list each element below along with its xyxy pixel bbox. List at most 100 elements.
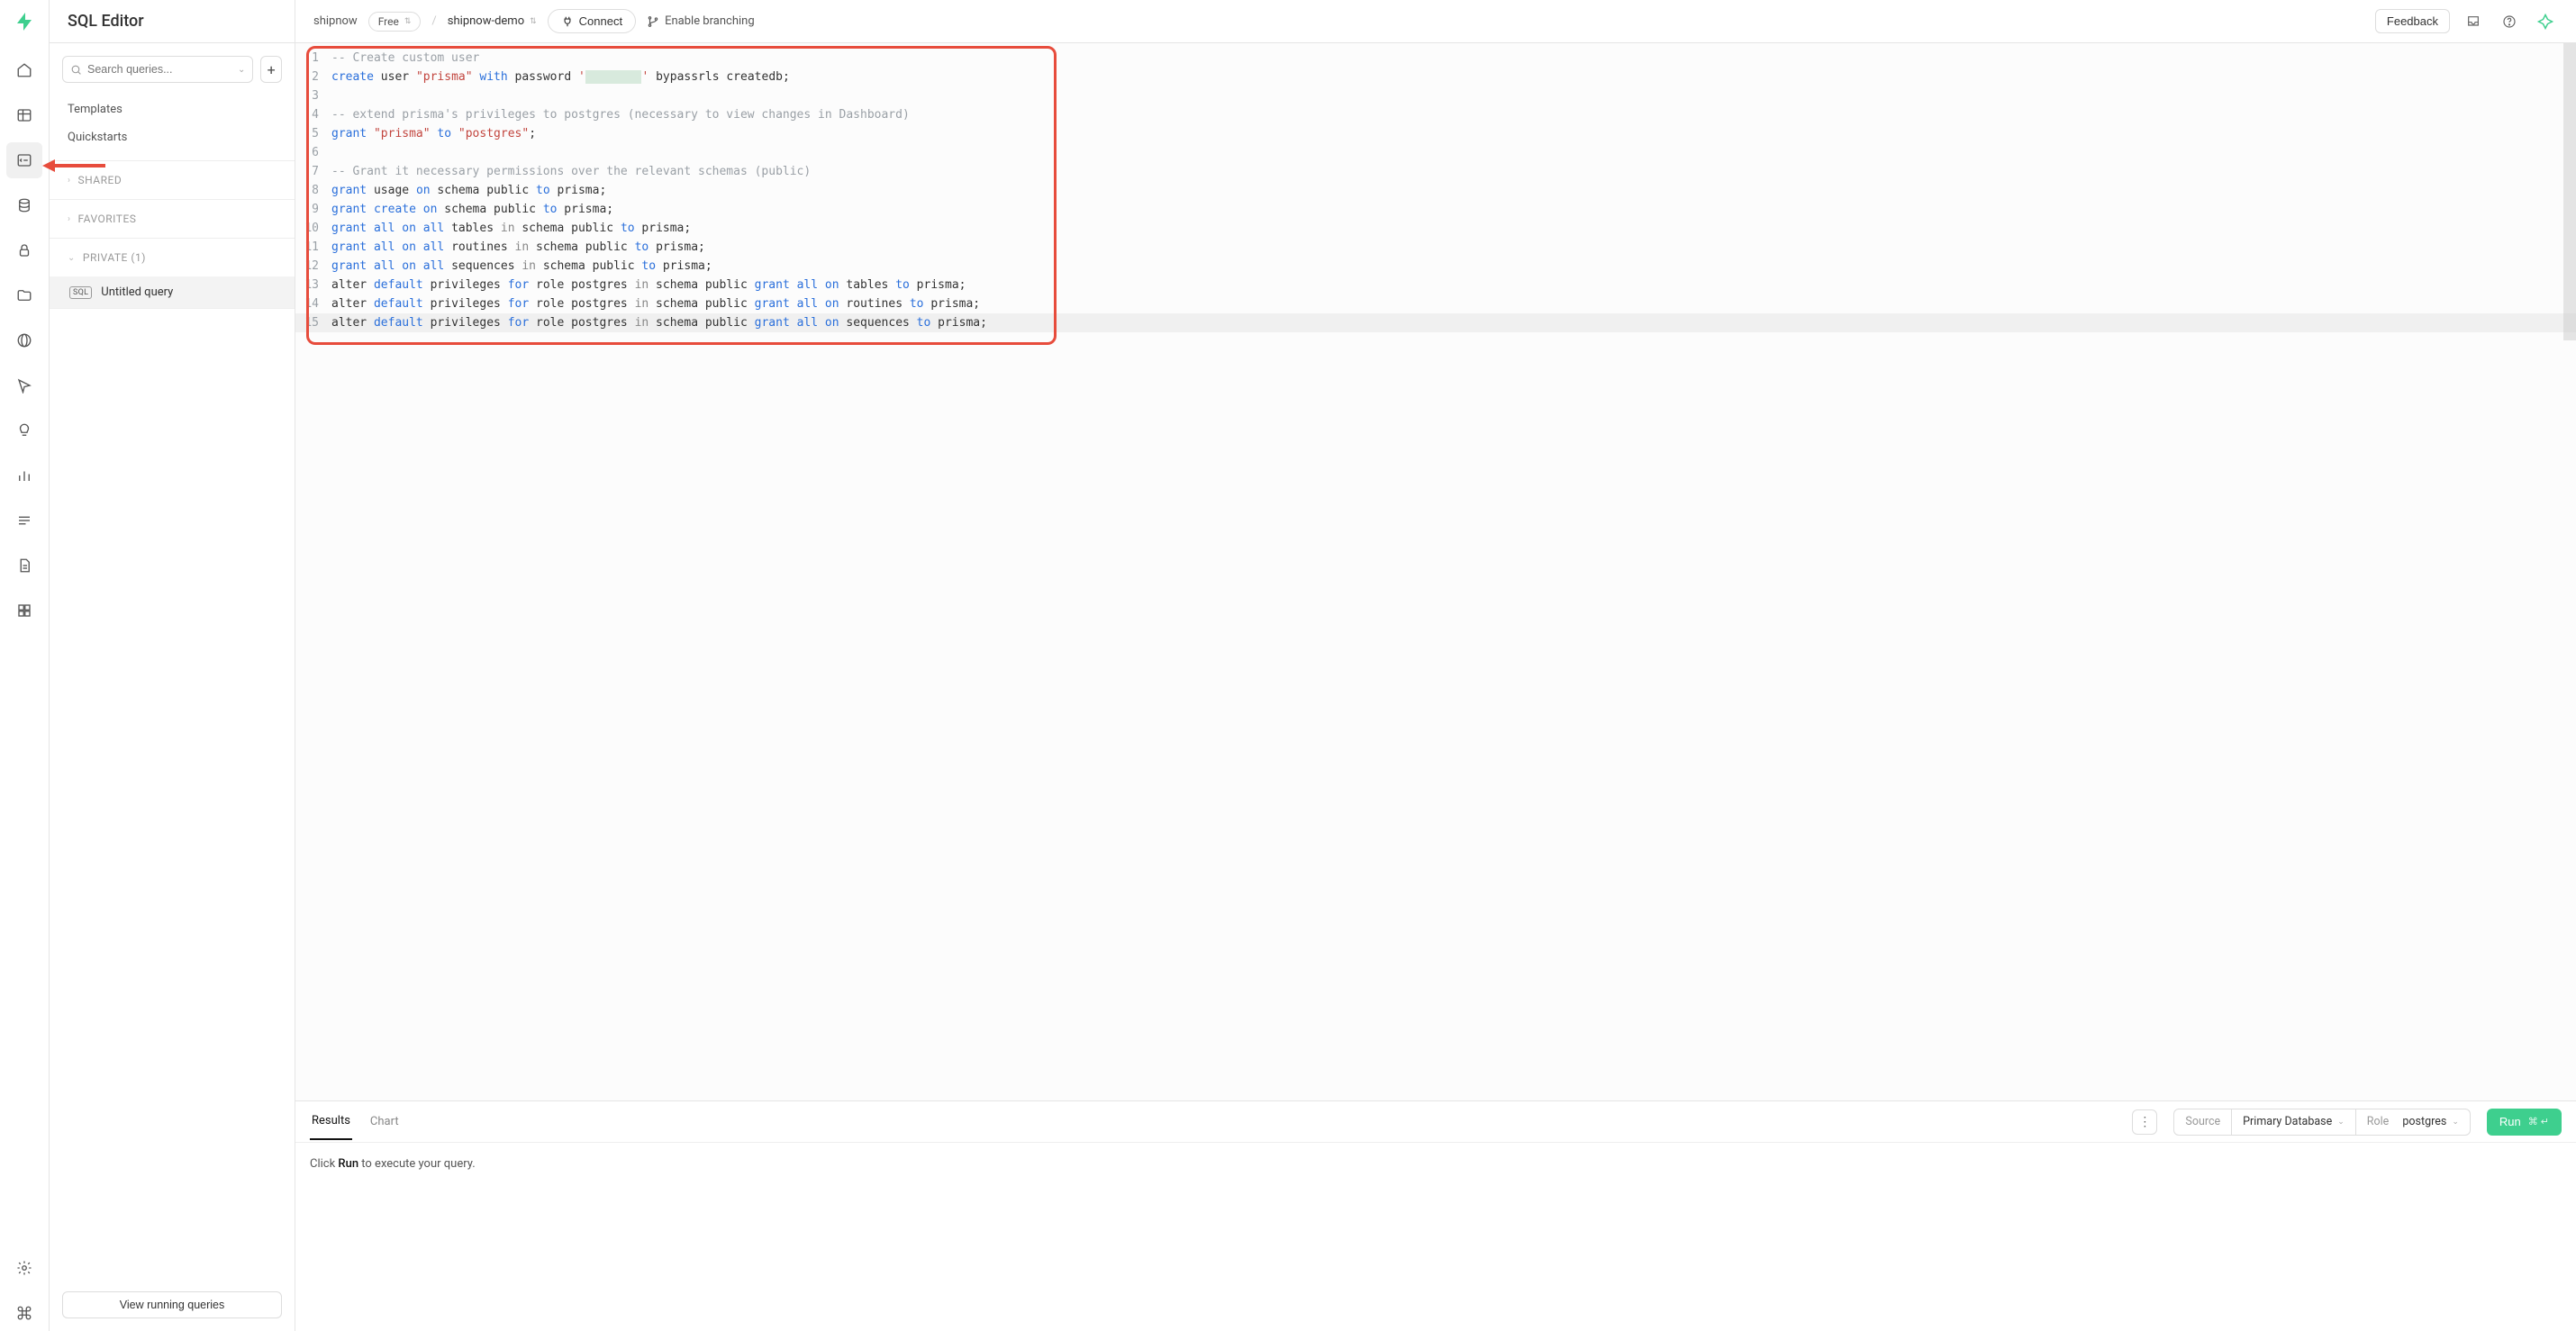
results-toolbar: Results Chart ⋮ Source Primary Database⌄…	[295, 1100, 2576, 1142]
editor-line[interactable]: 13alter default privileges for role post…	[295, 276, 2576, 294]
line-code[interactable]: -- Create custom user	[331, 49, 2576, 68]
logs-icon[interactable]	[6, 503, 42, 539]
project-selector[interactable]: shipnow-demo⇅	[448, 14, 537, 28]
line-code[interactable]: grant usage on schema public to prisma;	[331, 181, 2576, 200]
line-number: 8	[295, 181, 331, 200]
plan-badge[interactable]: Free⇅	[368, 12, 422, 32]
run-button[interactable]: Run ⌘ ↵	[2487, 1109, 2562, 1136]
line-number: 12	[295, 257, 331, 276]
reports-icon[interactable]	[6, 457, 42, 493]
line-number: 3	[295, 86, 331, 105]
new-query-button[interactable]: +	[260, 56, 282, 83]
feedback-button[interactable]: Feedback	[2375, 9, 2450, 33]
command-icon[interactable]	[6, 1295, 42, 1331]
editor-line[interactable]: 2create user "prisma" with password ' ' …	[295, 68, 2576, 86]
view-running-queries-button[interactable]: View running queries	[62, 1291, 282, 1318]
line-code[interactable]: -- extend prisma's privileges to postgre…	[331, 105, 2576, 124]
chevron-down-icon: ⌄	[2452, 1118, 2459, 1127]
ai-assistant-icon[interactable]	[2533, 9, 2558, 34]
editor-line[interactable]: 11grant all on all routines in schema pu…	[295, 238, 2576, 257]
sql-editor-icon[interactable]	[6, 142, 42, 178]
line-code[interactable]: alter default privileges for role postgr…	[331, 313, 2576, 332]
connect-button[interactable]: Connect	[548, 9, 636, 33]
chevron-right-icon: ›	[68, 176, 71, 186]
line-code[interactable]: alter default privileges for role postgr…	[331, 294, 2576, 313]
line-code[interactable]: grant create on schema public to prisma;	[331, 200, 2576, 219]
org-name[interactable]: shipnow	[313, 14, 358, 28]
source-selector[interactable]: Source Primary Database⌄ Role postgres⌄	[2173, 1109, 2470, 1136]
line-code[interactable]: alter default privileges for role postgr…	[331, 276, 2576, 294]
quickstarts-link[interactable]: Quickstarts	[50, 123, 295, 151]
run-shortcut: ⌘ ↵	[2528, 1116, 2549, 1127]
help-icon[interactable]	[2497, 9, 2522, 34]
integrations-icon[interactable]	[6, 593, 42, 629]
line-number: 4	[295, 105, 331, 124]
main-panel: shipnow Free⇅ / shipnow-demo⇅ Connect En…	[295, 0, 2576, 1331]
database-icon[interactable]	[6, 187, 42, 223]
chevron-down-icon: ⌄	[238, 65, 245, 75]
updown-icon: ⇅	[530, 17, 537, 26]
line-number: 7	[295, 162, 331, 181]
api-docs-icon[interactable]	[6, 548, 42, 584]
line-number: 15	[295, 313, 331, 332]
more-options-button[interactable]: ⋮	[2132, 1109, 2157, 1135]
line-code[interactable]: create user "prisma" with password ' ' b…	[331, 68, 2576, 86]
editor-line[interactable]: 7-- Grant it necessary permissions over …	[295, 162, 2576, 181]
sql-editor[interactable]: 1-- Create custom user2create user "pris…	[295, 43, 2576, 1100]
line-code[interactable]	[331, 86, 2576, 105]
templates-link[interactable]: Templates	[50, 95, 295, 123]
tab-chart[interactable]: Chart	[368, 1104, 401, 1139]
editor-line[interactable]: 1-- Create custom user	[295, 49, 2576, 68]
line-number: 9	[295, 200, 331, 219]
line-code[interactable]: grant all on all tables in schema public…	[331, 219, 2576, 238]
inbox-icon[interactable]	[2461, 9, 2486, 34]
results-panel: Click Run to execute your query.	[295, 1142, 2576, 1331]
editor-line[interactable]: 3	[295, 86, 2576, 105]
page-title: SQL Editor	[50, 0, 295, 43]
editor-line[interactable]: 15alter default privileges for role post…	[295, 313, 2576, 332]
shared-section[interactable]: ›SHARED	[50, 161, 295, 199]
editor-line[interactable]: 4-- extend prisma's privileges to postgr…	[295, 105, 2576, 124]
search-queries-input[interactable]: ⌄	[62, 56, 253, 83]
editor-line[interactable]: 8grant usage on schema public to prisma;	[295, 181, 2576, 200]
realtime-icon[interactable]	[6, 367, 42, 403]
line-code[interactable]	[331, 143, 2576, 162]
sidebar: SQL Editor ⌄ + Templates Quickstarts ›SH…	[50, 0, 295, 1331]
search-icon	[70, 64, 82, 76]
line-code[interactable]: -- Grant it necessary permissions over t…	[331, 162, 2576, 181]
line-number: 1	[295, 49, 331, 68]
favorites-section[interactable]: ›FAVORITES	[50, 200, 295, 238]
table-editor-icon[interactable]	[6, 97, 42, 133]
line-number: 6	[295, 143, 331, 162]
line-number: 13	[295, 276, 331, 294]
editor-line[interactable]: 6	[295, 143, 2576, 162]
storage-icon[interactable]	[6, 277, 42, 313]
breadcrumb-separator: /	[431, 14, 436, 28]
query-list-item[interactable]: SQL Untitled query	[50, 276, 295, 308]
line-code[interactable]: grant all on all routines in schema publ…	[331, 238, 2576, 257]
editor-line[interactable]: 9grant create on schema public to prisma…	[295, 200, 2576, 219]
editor-area: 1-- Create custom user2create user "pris…	[295, 43, 2576, 1331]
editor-line[interactable]: 12grant all on all sequences in schema p…	[295, 257, 2576, 276]
editor-line[interactable]: 5grant "prisma" to "postgres";	[295, 124, 2576, 143]
line-code[interactable]: grant all on all sequences in schema pub…	[331, 257, 2576, 276]
updown-icon: ⇅	[404, 17, 412, 26]
editor-line[interactable]: 14alter default privileges for role post…	[295, 294, 2576, 313]
sql-badge: SQL	[69, 286, 92, 299]
line-code[interactable]: grant "prisma" to "postgres";	[331, 124, 2576, 143]
line-number: 2	[295, 68, 331, 86]
supabase-logo	[14, 11, 35, 32]
plug-icon	[561, 15, 574, 28]
editor-line[interactable]: 10grant all on all tables in schema publ…	[295, 219, 2576, 238]
line-number: 11	[295, 238, 331, 257]
settings-icon[interactable]	[6, 1250, 42, 1286]
home-icon[interactable]	[6, 52, 42, 88]
edge-functions-icon[interactable]	[6, 322, 42, 358]
line-number: 14	[295, 294, 331, 313]
tab-results[interactable]: Results	[310, 1103, 352, 1140]
editor-scrollbar[interactable]	[2563, 43, 2576, 340]
advisors-icon[interactable]	[6, 412, 42, 448]
private-section[interactable]: ⌄PRIVATE (1)	[50, 239, 295, 276]
enable-branching-button[interactable]: Enable branching	[647, 14, 755, 28]
auth-icon[interactable]	[6, 232, 42, 268]
